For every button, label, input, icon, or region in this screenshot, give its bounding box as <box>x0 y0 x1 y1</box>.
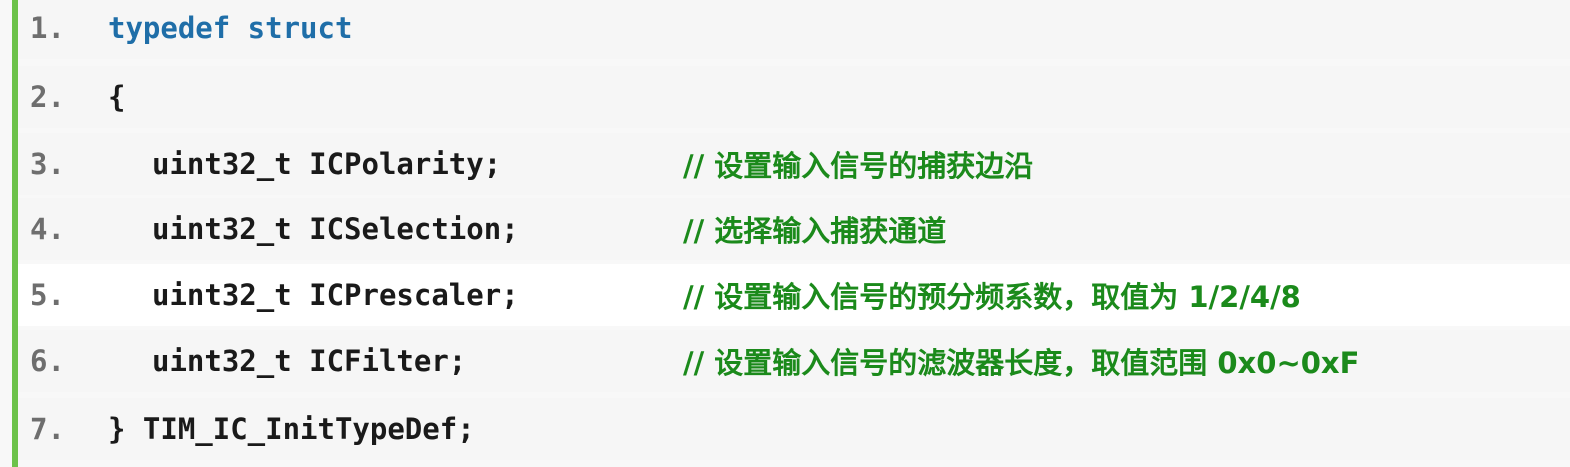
code-token: uint32_t ICPolarity; <box>152 147 502 181</box>
line-number: 6. <box>30 344 65 378</box>
line-number: 3. <box>30 147 65 181</box>
code-line: 4. uint32_t ICSelection; // 选择输入捕获通道 <box>18 198 1570 260</box>
code-token: uint32_t ICSelection; <box>152 212 519 246</box>
code-line: 1. typedef struct <box>18 0 1570 59</box>
code-token: } TIM_IC_InitTypeDef; <box>108 412 475 446</box>
code-line: 3. uint32_t ICPolarity; // 设置输入信号的捕获边沿 <box>18 133 1570 195</box>
code-line: 2. { <box>18 66 1570 128</box>
keyword-token: typedef struct <box>108 11 353 45</box>
code-line: 5. uint32_t ICPrescaler; // 设置输入信号的预分频系数… <box>18 264 1570 326</box>
code-comment: // 设置输入信号的滤波器长度，取值范围 0x0~0xF <box>683 346 1360 380</box>
line-number: 4. <box>30 212 65 246</box>
code-comment: // 设置输入信号的捕获边沿 <box>683 149 1034 183</box>
code-token: uint32_t ICPrescaler; <box>152 278 519 312</box>
line-number: 2. <box>30 80 65 114</box>
line-number: 1. <box>30 11 65 45</box>
code-comment: // 选择输入捕获通道 <box>683 214 947 248</box>
code-token: uint32_t ICFilter; <box>152 344 467 378</box>
line-number: 7. <box>30 412 65 446</box>
code-line: 6. uint32_t ICFilter; // 设置输入信号的滤波器长度，取值… <box>18 330 1570 392</box>
code-line: 7. } TIM_IC_InitTypeDef; <box>18 398 1570 460</box>
line-number: 5. <box>30 278 65 312</box>
code-token: { <box>108 80 126 114</box>
code-comment: // 设置输入信号的预分频系数，取值为 1/2/4/8 <box>683 280 1301 314</box>
code-block: 1. typedef struct 2. { 3. uint32_t ICPol… <box>0 0 1570 467</box>
